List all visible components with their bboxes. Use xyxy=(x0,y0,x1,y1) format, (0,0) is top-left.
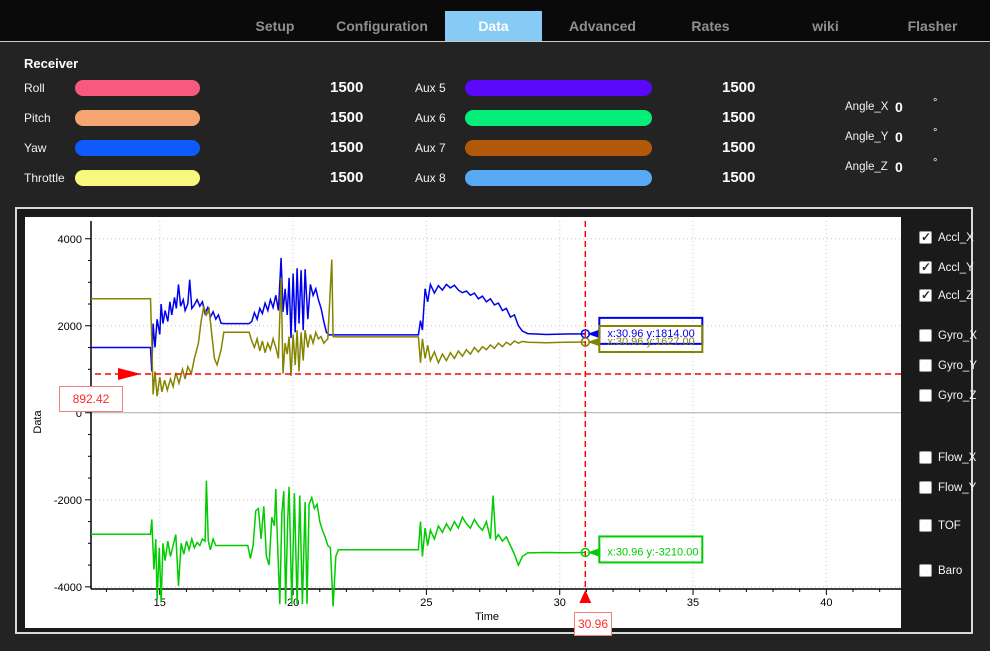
cursor-x-value-box: 30.96 xyxy=(574,612,612,636)
tab-flasher[interactable]: Flasher xyxy=(895,12,970,40)
channel-label-aux8: Aux 8 xyxy=(415,171,446,185)
top-nav: Setup Configuration Data Advanced Rates … xyxy=(0,0,990,42)
receiver-section: Receiver Roll 1500 Aux 5 1500 Pitch 1500… xyxy=(0,43,990,203)
channel-value-aux8: 1500 xyxy=(722,169,756,186)
channel-bar-roll xyxy=(75,80,200,96)
angle-y-row: Angle_Y 0 ° xyxy=(845,127,985,145)
svg-text:-2000: -2000 xyxy=(54,495,82,507)
svg-text:x:30.96 y:1627.00: x:30.96 y:1627.00 xyxy=(607,336,694,348)
series-checkbox-column: Accl_X Accl_Y Accl_Z Gyro_X Gyro_Y Gyro_… xyxy=(901,209,977,632)
angle-z-label: Angle_Z xyxy=(845,161,888,173)
channel-bar-aux8 xyxy=(465,170,652,186)
angle-z-row: Angle_Z 0 ° xyxy=(845,157,985,175)
channel-value-throttle: 1500 xyxy=(330,169,364,186)
checkbox-icon[interactable] xyxy=(919,451,932,464)
channel-label-pitch: Pitch xyxy=(24,111,51,125)
angle-x-row: Angle_X 0 ° xyxy=(845,97,985,115)
channel-bar-aux7 xyxy=(465,140,652,156)
tab-advanced[interactable]: Advanced xyxy=(555,12,650,40)
channel-label-aux6: Aux 6 xyxy=(415,111,446,125)
channel-row-pitch: Pitch 1500 Aux 6 1500 xyxy=(0,109,990,127)
channel-label-roll: Roll xyxy=(24,81,45,95)
tab-setup[interactable]: Setup xyxy=(240,12,310,40)
svg-text:25: 25 xyxy=(420,597,432,609)
checkbox-label: Gyro_Z xyxy=(938,390,977,402)
channel-value-roll: 1500 xyxy=(330,79,364,96)
channel-value-aux7: 1500 xyxy=(722,139,756,156)
channel-bar-yaw xyxy=(75,140,200,156)
angle-z-value: 0 xyxy=(895,159,903,175)
svg-text:30: 30 xyxy=(554,597,566,609)
angle-x-unit: ° xyxy=(933,97,938,109)
channel-bar-aux6 xyxy=(465,110,652,126)
checkbox-label: Flow_X xyxy=(938,452,977,464)
svg-text:15: 15 xyxy=(154,597,166,609)
svg-text:-4000: -4000 xyxy=(54,582,82,594)
svg-text:x:30.96 y:-3210.00: x:30.96 y:-3210.00 xyxy=(607,546,698,558)
channel-row-throttle: Throttle 1500 Aux 8 1500 xyxy=(0,169,990,187)
svg-text:35: 35 xyxy=(687,597,699,609)
angle-z-unit: ° xyxy=(933,157,938,169)
channel-bar-pitch xyxy=(75,110,200,126)
checkbox-label: Accl_X xyxy=(938,232,974,244)
checkbox-label: Accl_Z xyxy=(938,290,974,302)
checkbox-label: Gyro_X xyxy=(938,330,977,342)
angle-x-value: 0 xyxy=(895,99,903,115)
channel-bar-aux5 xyxy=(465,80,652,96)
checkbox-icon[interactable] xyxy=(919,481,932,494)
checkbox-label: Baro xyxy=(938,565,963,577)
plot-area[interactable]: 15 20 25 30 35 40 -4000 -2000 0 2000 4000 Time Data x… xyxy=(25,217,901,636)
angle-y-value: 0 xyxy=(895,129,903,145)
checkbox-label: Accl_Y xyxy=(938,262,974,274)
checkbox-icon[interactable] xyxy=(919,359,932,372)
angle-x-label: Angle_X xyxy=(845,101,889,113)
svg-text:Time: Time xyxy=(475,611,499,623)
angle-y-label: Angle_Y xyxy=(845,131,889,143)
tab-rates[interactable]: Rates xyxy=(678,12,743,40)
app-window: Setup Configuration Data Advanced Rates … xyxy=(0,0,990,651)
angle-y-unit: ° xyxy=(933,127,938,139)
checkbox-icon[interactable] xyxy=(919,230,932,244)
tab-wiki[interactable]: wiki xyxy=(798,12,853,40)
channel-bar-throttle xyxy=(75,170,200,186)
channel-value-aux6: 1500 xyxy=(722,109,756,126)
channel-label-throttle: Throttle xyxy=(24,171,65,185)
checkbox-icon[interactable] xyxy=(919,329,932,342)
checkbox-icon[interactable] xyxy=(919,288,932,302)
sensor-chart: 15 20 25 30 35 40-4000-2000020004000TimeDatax… xyxy=(32,221,901,623)
channel-value-aux5: 1500 xyxy=(722,79,756,96)
checkbox-label: Gyro_Y xyxy=(938,360,977,372)
svg-text:2000: 2000 xyxy=(58,321,82,333)
svg-text:4000: 4000 xyxy=(58,234,82,246)
channel-row-yaw: Yaw 1500 Aux 7 1500 xyxy=(0,139,990,157)
checkbox-icon[interactable] xyxy=(919,260,932,274)
checkbox-icon[interactable] xyxy=(919,389,932,402)
channel-value-pitch: 1500 xyxy=(330,109,364,126)
channel-label-aux5: Aux 5 xyxy=(415,81,446,95)
channel-label-yaw: Yaw xyxy=(24,141,47,155)
svg-text:40: 40 xyxy=(820,597,832,609)
tab-data-active[interactable]: Data xyxy=(445,11,542,41)
checkbox-icon[interactable] xyxy=(919,564,932,577)
channel-label-aux7: Aux 7 xyxy=(415,141,446,155)
receiver-title: Receiver xyxy=(24,56,79,71)
chart-panel: 15 20 25 30 35 40 -4000 -2000 0 2000 4000 Time Data x… xyxy=(15,207,977,636)
svg-text:Data: Data xyxy=(32,410,44,434)
checkbox-icon[interactable] xyxy=(919,519,932,532)
cursor-y-value-box: 892.42 xyxy=(59,386,123,412)
channel-row-roll: Roll 1500 Aux 5 1500 xyxy=(0,79,990,97)
channel-value-yaw: 1500 xyxy=(330,139,364,156)
checkbox-label: Flow_Y xyxy=(938,482,977,494)
checkbox-label: TOF xyxy=(938,520,961,532)
tab-configuration[interactable]: Configuration xyxy=(323,12,441,40)
